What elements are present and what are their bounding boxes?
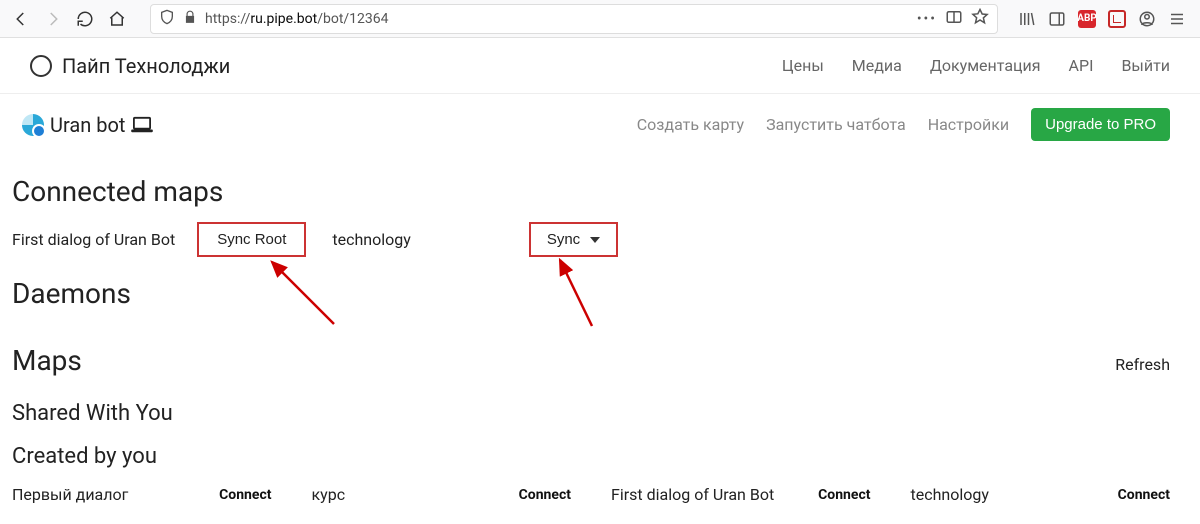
sidebar-icon[interactable] <box>1046 8 1068 30</box>
created-by-you-row: Первый диалог Connect курс Connect First… <box>12 481 1170 504</box>
abp-icon[interactable]: ABP <box>1076 8 1098 30</box>
menu-icon[interactable] <box>1166 8 1188 30</box>
list-item: technology Connect <box>911 485 1171 504</box>
url-text: https://ru.pipe.bot/bot/12364 <box>205 11 909 27</box>
map-name[interactable]: курс <box>312 485 346 504</box>
shield-icon <box>159 9 175 29</box>
sync-root-button-label: Sync Root <box>217 231 286 248</box>
map-name[interactable]: technology <box>911 485 989 504</box>
refresh-link[interactable]: Refresh <box>1115 355 1170 374</box>
sync-root-button[interactable]: Sync Root <box>197 222 306 257</box>
connect-link[interactable]: Connect <box>219 487 271 503</box>
address-bar[interactable]: https://ru.pipe.bot/bot/12364 ••• <box>150 4 998 34</box>
connect-link[interactable]: Connect <box>519 487 571 503</box>
upgrade-button[interactable]: Upgrade to PRO <box>1031 108 1170 141</box>
reload-button[interactable] <box>70 4 100 34</box>
home-button[interactable] <box>102 4 132 34</box>
forward-button[interactable] <box>38 4 68 34</box>
mcafee-icon[interactable] <box>1106 8 1128 30</box>
bookmark-icon[interactable] <box>971 8 989 30</box>
browser-toolbar: https://ru.pipe.bot/bot/12364 ••• ABP <box>0 0 1200 38</box>
botnav-run-bot[interactable]: Запустить чатбота <box>766 115 906 134</box>
nav-media[interactable]: Медиа <box>852 56 902 75</box>
bot-bar: Uran bot Создать карту Запустить чатбота… <box>0 94 1200 149</box>
bot-status-icon <box>22 114 44 136</box>
back-button[interactable] <box>6 4 36 34</box>
heading-maps: Maps <box>12 344 82 377</box>
brand-name: Пайп Технолоджи <box>62 54 230 78</box>
brand-logo-icon <box>30 55 52 77</box>
heading-connected-maps: Connected maps <box>12 175 1170 208</box>
sync-button[interactable]: Sync <box>529 222 618 257</box>
nav-prices[interactable]: Цены <box>782 56 824 75</box>
list-item: курс Connect <box>312 485 612 504</box>
connected-item-1-label: First dialog of Uran Bot <box>12 230 175 249</box>
list-item: First dialog of Uran Bot Connect <box>611 485 911 504</box>
brand[interactable]: Пайп Технолоджи <box>30 54 230 78</box>
connected-item-2-label: technology <box>332 230 410 249</box>
library-icon[interactable] <box>1016 8 1038 30</box>
connected-maps-row: First dialog of Uran Bot Sync Root techn… <box>12 222 1170 257</box>
heading-created: Created by you <box>12 444 1170 469</box>
account-icon[interactable] <box>1136 8 1158 30</box>
heading-shared: Shared With You <box>12 401 1170 426</box>
connect-link[interactable]: Connect <box>818 487 870 503</box>
top-nav: Цены Медиа Документация API Выйти <box>782 56 1170 75</box>
connect-link[interactable]: Connect <box>1118 487 1170 503</box>
list-item: Первый диалог Connect <box>12 485 312 504</box>
map-name[interactable]: First dialog of Uran Bot <box>611 485 774 504</box>
nav-logout[interactable]: Выйти <box>1121 56 1170 75</box>
map-name[interactable]: Первый диалог <box>12 485 128 504</box>
botnav-settings[interactable]: Настройки <box>928 115 1009 134</box>
botnav-create-map[interactable]: Создать карту <box>637 115 744 134</box>
chevron-down-icon <box>590 237 600 243</box>
laptop-icon <box>131 116 153 134</box>
main-content: Connected maps First dialog of Uran Bot … <box>0 149 1200 504</box>
lock-icon <box>183 10 197 28</box>
nav-docs[interactable]: Документация <box>930 56 1041 75</box>
reader-icon[interactable] <box>945 8 963 30</box>
site-header: Пайп Технолоджи Цены Медиа Документация … <box>0 38 1200 94</box>
more-icon[interactable]: ••• <box>917 11 937 27</box>
toolbar-right: ABP <box>1010 8 1194 30</box>
bot-title: Uran bot <box>50 113 125 137</box>
heading-daemons: Daemons <box>12 277 1170 310</box>
nav-api[interactable]: API <box>1069 56 1094 75</box>
sync-button-label: Sync <box>547 231 580 248</box>
